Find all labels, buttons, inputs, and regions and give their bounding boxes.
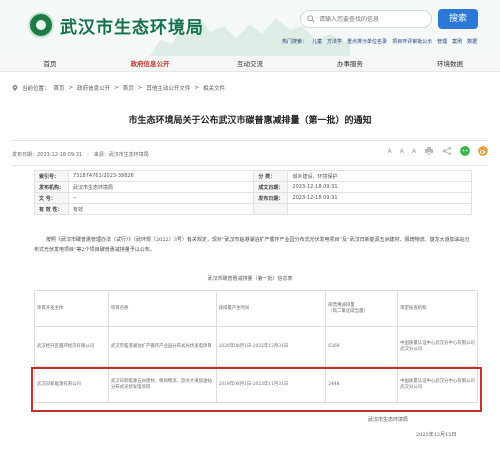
hot-search-link[interactable]: 项目环评审批公示 bbox=[392, 38, 432, 45]
table-row: 发布机构： 武汉市生态环境局 成文日期： 2023-12-18 09:31 bbox=[33, 181, 472, 193]
document-info-table: 索引号： 731874761/2023-39826 分 类： 城乡建设、环境保护… bbox=[33, 170, 472, 215]
search-icon bbox=[307, 15, 315, 23]
breadcrumb-separator: > bbox=[194, 85, 200, 91]
breadcrumb-item[interactable]: 其他主动公开文件 bbox=[146, 84, 190, 92]
breadcrumb: 当前位置： 首页 > 政府信息公开 > 首页 > 其他主动公开文件 > 相关文件 bbox=[12, 84, 225, 92]
nav-item-env-data[interactable]: 环境数据 bbox=[400, 56, 500, 72]
info-value: -- bbox=[68, 192, 255, 204]
table-cell: 2020年08月1日-2022年12月31日 bbox=[215, 326, 327, 367]
nav-item-services[interactable]: 办事服务 bbox=[300, 56, 400, 72]
site-name: 武汉市生态环境局 bbox=[60, 17, 204, 38]
font-size-large-button[interactable]: A bbox=[388, 148, 392, 155]
breadcrumb-prefix: 当前位置： bbox=[22, 86, 50, 92]
nav-item-interaction[interactable]: 互动交流 bbox=[200, 56, 300, 72]
main-nav: 首页 政府信息公开 互动交流 办事服务 环境数据 bbox=[0, 56, 500, 72]
emblem-icon bbox=[28, 12, 54, 38]
share-icon[interactable] bbox=[442, 146, 452, 156]
table-caption: 武汉市碳普惠减排量（第一批）信息表 bbox=[207, 276, 293, 282]
hot-search-link[interactable]: 方法学 bbox=[327, 38, 342, 45]
info-key: 发布日期： bbox=[253, 192, 289, 204]
print-icon[interactable] bbox=[424, 146, 434, 156]
breadcrumb-separator: > bbox=[68, 85, 74, 91]
hot-search-label: 热门搜索： bbox=[282, 39, 308, 45]
font-size-small-button[interactable]: A bbox=[412, 148, 416, 155]
hot-search-link[interactable]: 管理 bbox=[437, 38, 447, 45]
table-header-row: 项目开发主体 项目名称 减排量产生时间 碳普惠减排量 （吨二氧化碳当量） 审定核… bbox=[34, 290, 478, 327]
breadcrumb-separator: > bbox=[114, 85, 119, 91]
info-value: 2023-12-18 09:31 bbox=[287, 181, 472, 193]
breadcrumb-item[interactable]: 相关文件 bbox=[203, 84, 225, 92]
info-value: 有效 bbox=[68, 203, 255, 215]
table-row: 文 号： -- 发布日期： 2023-12-18 09:31 bbox=[33, 192, 472, 204]
nav-item-gov-info[interactable]: 政府信息公开 bbox=[100, 56, 200, 72]
search-input[interactable] bbox=[319, 15, 429, 23]
wechat-icon[interactable] bbox=[460, 146, 470, 156]
article-source: 来源：武汉市生态环境局 bbox=[93, 151, 149, 158]
issuing-agency: 武汉市生态环境局 bbox=[368, 417, 409, 423]
info-value: 城乡建设、环境保护 bbox=[287, 170, 472, 182]
meta-separator: | bbox=[87, 151, 89, 157]
info-value: 武汉市生态环境局 bbox=[68, 181, 255, 193]
publish-date: 发布日期：2023-12-18 09:31 bbox=[12, 151, 83, 158]
issue-date: 2023年12月15日 bbox=[416, 432, 457, 438]
info-key: 有 效 性： bbox=[33, 203, 70, 215]
info-value: 731874761/2023-39826 bbox=[68, 170, 255, 182]
hot-search-link[interactable]: 重点排污单位名录 bbox=[347, 38, 387, 45]
location-pin-icon bbox=[12, 85, 18, 91]
hot-search-link[interactable]: 儿童 bbox=[312, 38, 322, 45]
column-header: 碳普惠减排量 （吨二氧化碳当量） bbox=[325, 290, 399, 327]
info-key: 成文日期： bbox=[253, 181, 289, 193]
info-key: 文 号： bbox=[33, 192, 70, 204]
hot-search-link[interactable]: 案例 bbox=[452, 38, 462, 45]
table-row: 索引号： 731874761/2023-39826 分 类： 城乡建设、环境保护 bbox=[33, 170, 472, 182]
divider bbox=[12, 140, 488, 141]
info-key bbox=[253, 203, 289, 215]
hot-search-link[interactable]: 数据 bbox=[467, 38, 477, 45]
breadcrumb-item[interactable]: 首页 bbox=[123, 84, 134, 92]
search-box[interactable] bbox=[300, 10, 432, 28]
info-value bbox=[287, 203, 472, 215]
column-header: 项目名称 bbox=[107, 290, 217, 327]
hot-search-links: 热门搜索： 儿童 方法学 重点排污单位名录 项目环评审批公示 管理 案例 数据 bbox=[282, 38, 477, 45]
column-header: 项目开发主体 bbox=[34, 290, 109, 327]
article-title: 市生态环境局关于公布武汉市碳普惠减排量（第一批）的通知 bbox=[128, 116, 372, 126]
article-meta: 发布日期：2023-12-18 09:31 | 来源：武汉市生态环境局 A A … bbox=[12, 146, 488, 160]
site-logo[interactable]: 武汉市生态环境局 bbox=[28, 12, 204, 38]
column-header: 减排量产生时间 bbox=[215, 290, 327, 327]
highlight-box bbox=[31, 367, 482, 412]
notice-body: 按照《武汉市碳普惠管理办法（试行）》（武环规〔2022〕3号）有关规定，现对“武… bbox=[34, 237, 470, 253]
info-key: 发布机构： bbox=[33, 181, 70, 193]
table-row: 有 效 性： 有效 bbox=[33, 203, 472, 215]
weibo-icon[interactable] bbox=[478, 146, 488, 156]
site-header: 武汉市生态环境局 搜索 热门搜索： 儿童 方法学 重点排污单位名录 项目环评审批… bbox=[0, 0, 500, 56]
info-key: 分 类： bbox=[253, 170, 289, 182]
divider bbox=[12, 165, 488, 166]
breadcrumb-item[interactable]: 首页 bbox=[54, 84, 65, 92]
font-size-medium-button[interactable]: A bbox=[400, 148, 404, 155]
info-key: 索引号： bbox=[33, 170, 70, 182]
table-cell: 6269 bbox=[325, 326, 399, 367]
table-row: 武汉经开区循环经济有限公司 武汉市临港湖泊扩产循环产业园分布式光伏发电项目 20… bbox=[34, 326, 478, 367]
table-cell: 武汉经开区循环经济有限公司 bbox=[34, 326, 109, 367]
table-cell: 武汉市临港湖泊扩产循环产业园分布式光伏发电项目 bbox=[107, 326, 217, 367]
column-header: 审定核查机构 bbox=[397, 290, 478, 327]
breadcrumb-separator: > bbox=[137, 85, 143, 91]
table-cell: 中国质量认证中心武汉分中心有限公司武汉分公司 bbox=[397, 326, 478, 367]
nav-item-home[interactable]: 首页 bbox=[0, 56, 100, 72]
search-button[interactable]: 搜索 bbox=[438, 9, 478, 29]
info-value: 2023-12-18 09:31 bbox=[287, 192, 472, 204]
article-tools: A A A bbox=[388, 146, 488, 156]
breadcrumb-item[interactable]: 政府信息公开 bbox=[77, 84, 110, 92]
